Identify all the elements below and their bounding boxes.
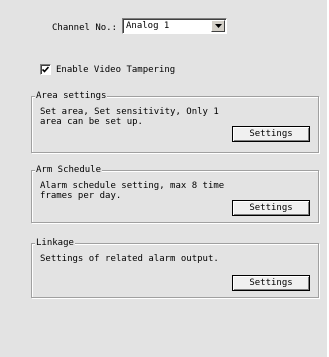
enable-tampering-label: Enable Video Tampering <box>56 64 176 75</box>
channel-select-value: Analog 1 <box>126 21 170 31</box>
linkage-group: Linkage Settings of related alarm output… <box>31 237 319 298</box>
arm-schedule-title: Arm Schedule <box>35 164 103 176</box>
channel-row: Channel No.: <box>52 20 122 36</box>
area-settings-button[interactable]: Settings <box>232 126 310 142</box>
channel-label: Channel No.: <box>52 23 118 33</box>
chevron-down-icon <box>214 24 222 28</box>
checkmark-icon <box>42 66 49 73</box>
arm-schedule-settings-button[interactable]: Settings <box>232 200 310 216</box>
linkage-description: Settings of related alarm output. <box>40 254 219 264</box>
dropdown-arrow-button[interactable] <box>211 20 225 32</box>
arm-schedule-group: Arm Schedule Alarm schedule setting, max… <box>31 164 319 223</box>
channel-select[interactable]: Analog 1 <box>122 18 227 34</box>
arm-schedule-description: Alarm schedule setting, max 8 time frame… <box>40 181 225 201</box>
enable-tampering-row: Enable Video Tampering <box>40 64 175 75</box>
enable-tampering-checkbox[interactable] <box>40 64 51 75</box>
linkage-settings-button[interactable]: Settings <box>232 275 310 291</box>
area-settings-description: Set area, Set sensitivity, Only 1 area c… <box>40 107 219 127</box>
video-tampering-panel: Channel No.: Analog 1 Enable Video Tampe… <box>0 0 328 357</box>
area-settings-title: Area settings <box>35 90 108 102</box>
area-settings-group: Area settings Set area, Set sensitivity,… <box>31 90 319 153</box>
linkage-title: Linkage <box>35 237 75 249</box>
